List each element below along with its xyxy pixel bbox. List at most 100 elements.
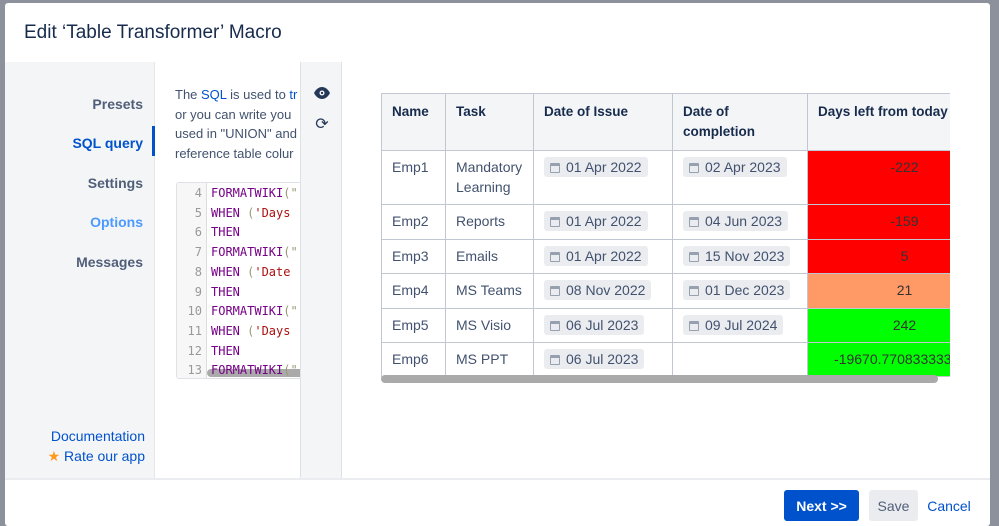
cell-date-of-issue: 01 Apr 2022 (533, 204, 673, 240)
cell-date-of-completion: 01 Dec 2023 (672, 273, 808, 309)
line-number: 6 (194, 225, 202, 240)
line-number: 11 (187, 323, 202, 338)
calendar-icon (689, 163, 699, 173)
table-horizontal-scrollbar[interactable] (381, 375, 938, 383)
date-chip: 04 Jun 2023 (683, 211, 789, 231)
cell-days-left: -19670.770833333332 (807, 342, 950, 377)
editor-toolbar: ⟳ (300, 62, 342, 478)
refresh-icon[interactable]: ⟳ (313, 116, 331, 134)
cell-date-of-completion: 15 Nov 2023 (672, 239, 808, 274)
column-header-name[interactable]: Name (381, 93, 446, 151)
active-indicator (152, 126, 155, 156)
column-header-days-left[interactable]: Days left from today (807, 93, 950, 151)
cell-task: MS Visio (445, 308, 534, 343)
line-number: 13 (187, 363, 202, 378)
sql-editor[interactable]: 4 FORMATWIKI(" 5 WHEN ('Days 6 THEN 7 FORMATWIK… (176, 182, 300, 379)
cancel-button[interactable]: Cancel (923, 490, 975, 521)
cell-date-of-completion (672, 342, 808, 377)
table-preview: Name Task Date of Issue Date of completi… (381, 93, 950, 393)
calendar-icon (550, 355, 560, 365)
cell-date-of-issue: 08 Nov 2022 (533, 273, 673, 309)
cell-name: Emp5 (381, 308, 446, 343)
table-row: Emp6 MS PPT 06 Jul 2023 -19670.770833333… (381, 342, 950, 377)
sql-pane: The SQL is used to tr or you can write y… (156, 62, 300, 478)
line-number: 9 (194, 284, 202, 299)
dialog-footer: Next >> Save Cancel (5, 478, 990, 526)
calendar-icon (550, 321, 560, 331)
sidebar-item-options[interactable]: Options (90, 214, 143, 230)
code-line: THEN (211, 284, 240, 299)
sidebar-item-messages[interactable]: Messages (76, 254, 143, 270)
date-chip: 01 Apr 2022 (544, 211, 648, 231)
code-line: THEN (211, 225, 240, 240)
line-number: 4 (194, 186, 202, 200)
cell-days-left: 242 (807, 308, 950, 343)
line-number: 10 (187, 304, 202, 319)
documentation-link[interactable]: Documentation (51, 428, 145, 444)
table-row: Emp4 MS Teams 08 Nov 2022 01 Dec 2023 21 (381, 273, 950, 309)
calendar-icon (689, 217, 699, 227)
line-number: 8 (194, 264, 202, 279)
cell-date-of-completion: 09 Jul 2024 (672, 308, 808, 343)
cell-name: Emp1 (381, 150, 446, 205)
date-chip: 01 Apr 2022 (544, 246, 648, 266)
code-line: FORMATWIKI(" (211, 363, 298, 378)
cell-days-left: -159 (807, 204, 950, 240)
cell-date-of-issue: 01 Apr 2022 (533, 239, 673, 274)
calendar-icon (550, 286, 560, 296)
date-chip: 01 Dec 2023 (683, 280, 791, 300)
code-line: THEN (211, 343, 240, 358)
date-chip: 09 Jul 2024 (683, 315, 784, 335)
table-row: Emp5 MS Visio 06 Jul 2023 09 Jul 2024 24… (381, 308, 950, 343)
date-chip: 01 Apr 2022 (544, 157, 648, 177)
column-header-task[interactable]: Task (445, 93, 534, 151)
line-number: 5 (194, 205, 202, 220)
line-number: 12 (187, 343, 202, 358)
calendar-icon (550, 252, 560, 262)
code-line: WHEN ('Date (211, 264, 291, 279)
cell-task: Reports (445, 204, 534, 240)
cell-date-of-issue: 06 Jul 2023 (533, 308, 673, 343)
next-button[interactable]: Next >> (784, 490, 859, 521)
table-row: Emp1 Mandatory Learning 01 Apr 2022 02 A… (381, 150, 950, 205)
code-line: FORMATWIKI(" (211, 304, 298, 319)
date-chip: 06 Jul 2023 (544, 315, 645, 335)
cell-days-left: -222 (807, 150, 950, 205)
calendar-icon (689, 286, 699, 296)
rate-our-app-link[interactable]: Rate our app (64, 448, 145, 464)
edit-macro-dialog: Edit ‘Table Transformer’ Macro Presets S… (5, 3, 990, 526)
star-icon: ★ (47, 448, 61, 464)
date-chip: 02 Apr 2023 (683, 157, 787, 177)
table-row: Emp2 Reports 01 Apr 2022 04 Jun 2023 -15… (381, 204, 950, 240)
cell-days-left: 5 (807, 239, 950, 274)
sql-description: The SQL is used to tr or you can write y… (175, 87, 298, 161)
cell-task: MS PPT (445, 342, 534, 377)
code-line: FORMATWIKI(" (211, 186, 298, 200)
cell-task: Emails (445, 239, 534, 274)
code-line: FORMATWIKI(" (211, 245, 298, 260)
sidebar-item-sql-query[interactable]: SQL query (72, 135, 143, 151)
date-chip: 06 Jul 2023 (544, 349, 645, 369)
sql-link[interactable]: SQL (201, 87, 227, 102)
sidebar-item-settings[interactable]: Settings (88, 175, 143, 191)
dialog-title: Edit ‘Table Transformer’ Macro (24, 21, 282, 43)
cell-task: Mandatory Learning (445, 150, 534, 205)
save-button[interactable]: Save (869, 490, 918, 521)
calendar-icon (550, 217, 560, 227)
date-chip: 08 Nov 2022 (544, 280, 652, 300)
sidebar: Presets SQL query Settings Options Messa… (5, 62, 155, 478)
code-line: WHEN ('Days (211, 205, 291, 220)
cell-name: Emp4 (381, 273, 446, 309)
cell-name: Emp6 (381, 342, 446, 377)
column-header-date-of-issue[interactable]: Date of Issue (533, 93, 673, 151)
calendar-icon (550, 163, 560, 173)
sidebar-item-presets[interactable]: Presets (92, 96, 143, 112)
transform-link[interactable]: tr (289, 87, 297, 102)
column-header-date-of-completion[interactable]: Date of completion (672, 93, 808, 151)
cell-date-of-completion: 02 Apr 2023 (672, 150, 808, 205)
calendar-icon (689, 252, 699, 262)
cell-name: Emp3 (381, 239, 446, 274)
cell-task: MS Teams (445, 273, 534, 309)
eye-icon[interactable] (313, 86, 331, 104)
cell-days-left: 21 (807, 273, 950, 309)
